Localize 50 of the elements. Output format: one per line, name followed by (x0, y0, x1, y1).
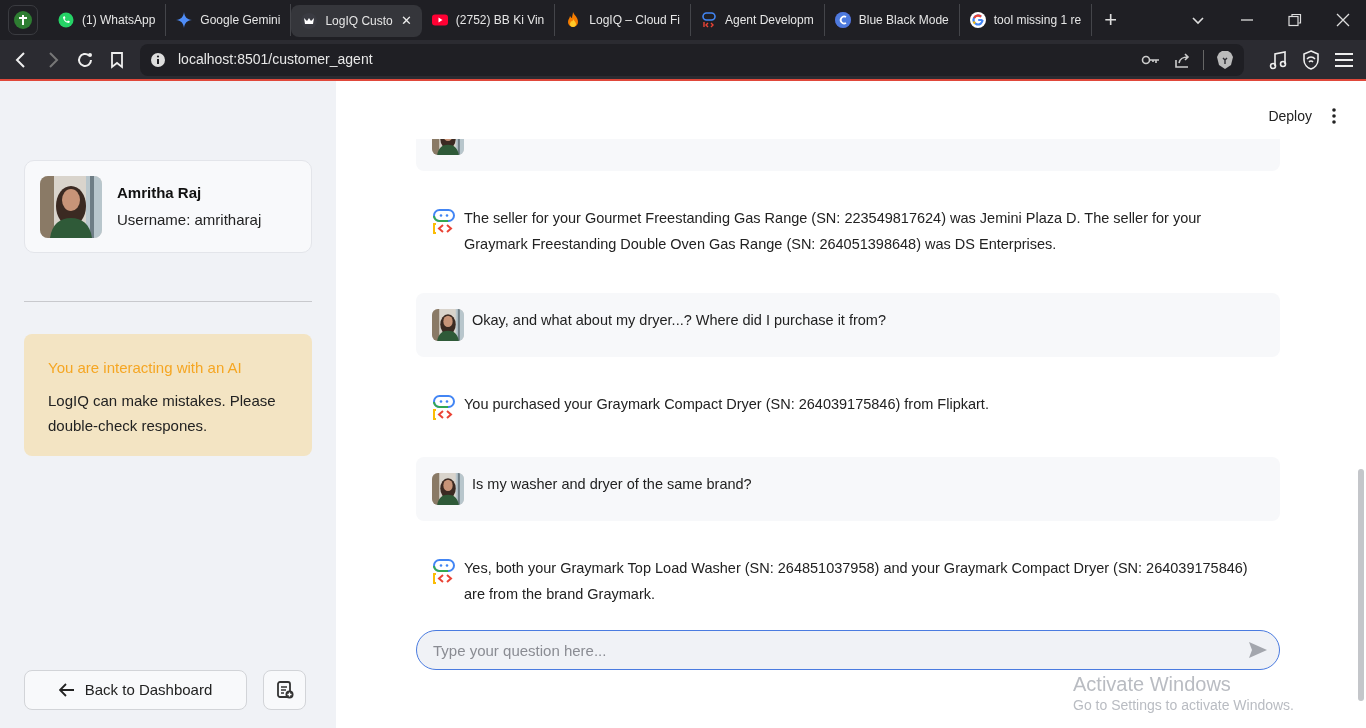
arrow-left-icon (58, 683, 75, 697)
sparkle-icon (176, 12, 193, 28)
menu-icon[interactable] (1334, 51, 1354, 68)
browser-tab[interactable]: LogIQ Custo ✕ (291, 4, 422, 37)
info-icon[interactable] (150, 51, 166, 68)
chat-input[interactable]: Type your question here... (416, 630, 1280, 670)
robot-code-icon (701, 12, 717, 28)
new-chat-button[interactable] (263, 670, 306, 710)
message-text: The seller for your Gourmet Freestanding Gas Range (SN: 223549817624) was Jemini Plaza D. The seller for your Graymark Freestanding Double Oven Gas Range (SN: 264051398648) was DS Enterprises. (464, 209, 1203, 254)
deploy-button[interactable]: Deploy (1268, 105, 1312, 127)
back-to-dashboard-button[interactable]: Back to Dashboard (24, 670, 247, 710)
reload-icon[interactable] (76, 50, 94, 69)
message-text: Is my washer and dryer of the same brand? (472, 475, 752, 494)
close-tab-button[interactable]: ✕ (400, 10, 412, 31)
browser-tab[interactable]: LogIQ – Cloud Fi (555, 4, 691, 36)
shield-icon[interactable] (1302, 49, 1320, 70)
robot-code-icon (432, 559, 456, 585)
close-icon[interactable] (1336, 13, 1350, 27)
robot-code-icon (432, 395, 456, 421)
play-icon (431, 12, 448, 28)
share-icon[interactable] (1173, 50, 1191, 69)
browser-tab[interactable]: (2752) BB Ki Vin (421, 4, 556, 36)
activation-watermark-text: Go to Settings to activate Windows. (1073, 697, 1294, 715)
address-bar[interactable]: localhost:8501/customer_agent (140, 43, 1244, 76)
robot-code-icon (432, 209, 456, 235)
browser-tab[interactable]: (1) WhatsApp (48, 4, 167, 36)
message-text: Okay, and what about my dryer...? Where did I purchase it from? (472, 311, 886, 330)
lion-shield-icon[interactable] (1216, 49, 1234, 70)
browser-tab[interactable]: Blue Black Mode (824, 4, 960, 36)
restore-icon[interactable] (1288, 13, 1302, 27)
message-text: You purchased your Graymark Compact Dryer (SN: 264039175846) from Flipkart. (464, 395, 989, 414)
new-tab-button[interactable]: + (1104, 9, 1117, 31)
url-text: localhost:8501/customer_agent (178, 50, 374, 69)
document-plus-icon (275, 681, 294, 699)
browser-tab[interactable]: Agent Developm (691, 4, 825, 36)
music-icon[interactable] (1268, 49, 1288, 70)
g-letter-icon (969, 12, 986, 28)
profile-icon[interactable] (8, 5, 38, 35)
profile-username: Username: amritharaj (117, 209, 262, 230)
message-text: Yes, both your Graymark Top Load Washer (SN: 264851037958) and your Graymark Compact Dryer (SN: 264039175846) are from the brand Graymark. (464, 559, 1249, 604)
bookmark-icon[interactable] (108, 50, 126, 69)
profile-name: Amritha Raj (117, 183, 203, 203)
browser-tab[interactable]: tool missing 1 re (959, 4, 1093, 36)
activation-watermark-title: Activate Windows (1073, 672, 1232, 697)
letter-circle-icon (834, 12, 851, 28)
notice-text: LogIQ can make mistakes. Please double-check respones. (48, 390, 277, 436)
notice-title: You are interacting with an AI (48, 358, 243, 378)
crown-icon (301, 12, 318, 29)
more-options-icon[interactable] (1332, 108, 1336, 124)
phone-bubble-icon (58, 12, 74, 28)
